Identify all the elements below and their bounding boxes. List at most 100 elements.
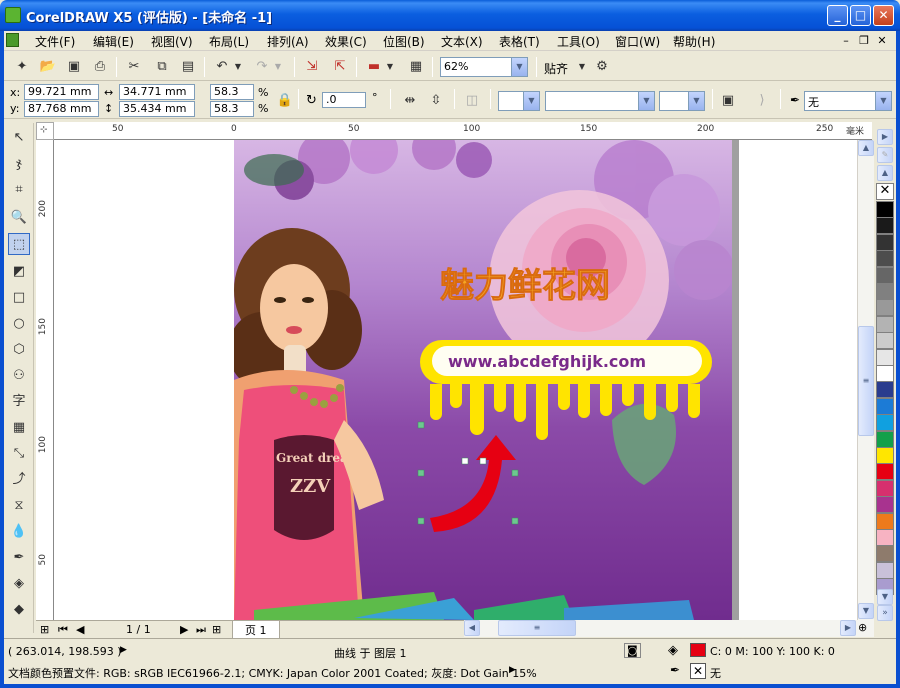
- navigator-icon[interactable]: ⊕: [858, 621, 867, 634]
- height-field[interactable]: 35.434 mm: [119, 101, 195, 117]
- chevron-down-icon[interactable]: ▼: [523, 92, 539, 110]
- copy-icon[interactable]: ⧉: [152, 57, 172, 77]
- menu-view[interactable]: 视图(V): [151, 33, 193, 50]
- snap-dropdown-icon[interactable]: ▼: [576, 57, 588, 77]
- scroll-thumb[interactable]: ≡: [858, 326, 874, 436]
- doc-close-button[interactable]: ✕: [874, 33, 890, 48]
- menu-edit[interactable]: 编辑(E): [93, 33, 134, 50]
- scroll-left-button[interactable]: ◀: [464, 620, 480, 636]
- coreldraw-app-icon[interactable]: [5, 7, 21, 23]
- menu-effects[interactable]: 效果(C): [325, 33, 367, 50]
- options-icon[interactable]: ⚙: [592, 57, 612, 77]
- launcher-dropdown-icon[interactable]: ▼: [384, 57, 396, 77]
- document-icon[interactable]: [6, 33, 19, 47]
- vertical-ruler[interactable]: 200 150 100 50: [36, 140, 54, 620]
- menu-tools[interactable]: 工具(O): [557, 33, 600, 50]
- palette-expand-icon[interactable]: »: [877, 605, 893, 621]
- scroll-up-button[interactable]: ▲: [858, 140, 874, 156]
- scroll-right-button[interactable]: ▶: [840, 620, 856, 636]
- menu-window[interactable]: 窗口(W): [615, 33, 660, 50]
- color-swatch[interactable]: [876, 250, 894, 268]
- chevron-down-icon[interactable]: ▼: [875, 92, 891, 110]
- color-swatch[interactable]: [876, 299, 894, 317]
- pick-tool-icon[interactable]: ↖: [8, 127, 30, 149]
- y-position-field[interactable]: 87.768 mm: [24, 101, 99, 117]
- minimize-button[interactable]: _: [827, 5, 848, 26]
- color-swatch[interactable]: [876, 201, 894, 218]
- wrap-text-icon[interactable]: ▣: [718, 91, 738, 111]
- print-icon[interactable]: ⎙: [90, 57, 110, 77]
- eyedropper-icon[interactable]: ✎: [877, 147, 893, 163]
- chevron-down-icon[interactable]: ▼: [688, 92, 704, 110]
- fill-color-swatch[interactable]: [690, 643, 706, 657]
- scale-x-field[interactable]: 58.3: [210, 84, 254, 100]
- color-swatch[interactable]: [876, 283, 894, 300]
- new-document-icon[interactable]: ✦: [12, 57, 32, 77]
- import-icon[interactable]: ⇲: [302, 57, 322, 77]
- color-swatch[interactable]: [876, 233, 894, 251]
- maximize-button[interactable]: □: [850, 5, 871, 26]
- add-page-after-icon[interactable]: ⊞: [212, 623, 221, 636]
- smart-fill-tool-icon[interactable]: ◩: [8, 261, 30, 283]
- color-swatch[interactable]: [876, 315, 894, 333]
- chevron-down-icon[interactable]: ▼: [638, 92, 654, 110]
- ellipse-tool-icon[interactable]: ○: [8, 313, 30, 335]
- snap-to-menu[interactable]: 贴齐: [544, 60, 568, 77]
- last-page-icon[interactable]: ⏭: [196, 623, 206, 637]
- color-swatch[interactable]: [876, 463, 894, 481]
- scale-y-field[interactable]: 58.3: [210, 101, 254, 117]
- undo-dropdown-icon[interactable]: ▼: [232, 57, 244, 77]
- menu-text[interactable]: 文本(X): [441, 33, 483, 50]
- color-swatch[interactable]: [876, 512, 894, 530]
- interactive-fill-tool-icon[interactable]: ◆: [8, 599, 30, 621]
- fill-tool-icon[interactable]: ◈: [8, 573, 30, 595]
- shape-tool-icon[interactable]: ⬚: [8, 233, 30, 255]
- chevron-down-icon[interactable]: ▼: [511, 58, 527, 76]
- scroll-down-button[interactable]: ▼: [858, 603, 874, 619]
- undo-icon[interactable]: ↶: [212, 57, 232, 77]
- palette-menu-icon[interactable]: ▶: [877, 129, 893, 145]
- zoom-tool-icon[interactable]: 🔍: [8, 207, 30, 229]
- color-swatch[interactable]: [876, 266, 894, 284]
- profile-arrow-icon[interactable]: ▶: [509, 665, 516, 675]
- outline-width-combo[interactable]: 无 ▼: [804, 91, 892, 111]
- ruler-origin[interactable]: ⊹: [36, 122, 54, 140]
- polygon-tool-icon[interactable]: ⬡: [8, 339, 30, 361]
- welcome-screen-icon[interactable]: ▦: [406, 57, 426, 77]
- color-profile-info[interactable]: 文档颜色预置文件: RGB: sRGB IEC61966-2.1; CMYK: …: [8, 665, 537, 681]
- color-proof-icon[interactable]: ◙: [624, 643, 641, 658]
- save-icon[interactable]: ▣: [64, 57, 84, 77]
- doc-restore-button[interactable]: ❐: [856, 33, 872, 48]
- color-swatch[interactable]: [876, 381, 894, 399]
- no-color-swatch[interactable]: ✕: [876, 183, 894, 200]
- mirror-horizontal-icon[interactable]: ⇹: [400, 91, 420, 111]
- text-tool-icon[interactable]: 字: [8, 391, 30, 413]
- rectangle-tool-icon[interactable]: □: [8, 287, 30, 309]
- color-swatch[interactable]: [876, 479, 894, 497]
- color-swatch[interactable]: [876, 561, 894, 579]
- color-swatch[interactable]: [876, 545, 894, 563]
- color-swatch[interactable]: [876, 414, 894, 432]
- paste-icon[interactable]: ▤: [178, 57, 198, 77]
- menu-arrange[interactable]: 排列(A): [267, 33, 309, 50]
- color-swatch[interactable]: [876, 397, 894, 415]
- export-icon[interactable]: ⇱: [330, 57, 350, 77]
- horizontal-ruler[interactable]: 50 0 50 100 150 200 250 毫米: [54, 122, 872, 140]
- menu-help[interactable]: 帮助(H): [673, 33, 715, 50]
- color-swatch[interactable]: [876, 365, 894, 382]
- cut-icon[interactable]: ✂: [124, 57, 144, 77]
- outline-none-swatch[interactable]: ✕: [690, 663, 706, 679]
- color-swatch[interactable]: [876, 348, 894, 366]
- previous-page-icon[interactable]: ◀: [76, 623, 84, 636]
- menu-table[interactable]: 表格(T): [499, 33, 540, 50]
- mirror-vertical-icon[interactable]: ⇳: [426, 91, 446, 111]
- color-swatch[interactable]: [876, 332, 894, 350]
- color-swatch[interactable]: [876, 496, 894, 514]
- menu-bitmaps[interactable]: 位图(B): [383, 33, 425, 50]
- document-page[interactable]: 魅力鲜花网 www.abcdefghijk.com Great dream ZZ…: [234, 140, 732, 620]
- add-page-before-icon[interactable]: ⊞: [40, 623, 49, 636]
- open-folder-icon[interactable]: 📂: [38, 57, 58, 77]
- palette-scroll-up-icon[interactable]: ▲: [877, 165, 893, 181]
- width-field[interactable]: 34.771 mm: [119, 84, 195, 100]
- basic-shapes-tool-icon[interactable]: ⚇: [8, 365, 30, 387]
